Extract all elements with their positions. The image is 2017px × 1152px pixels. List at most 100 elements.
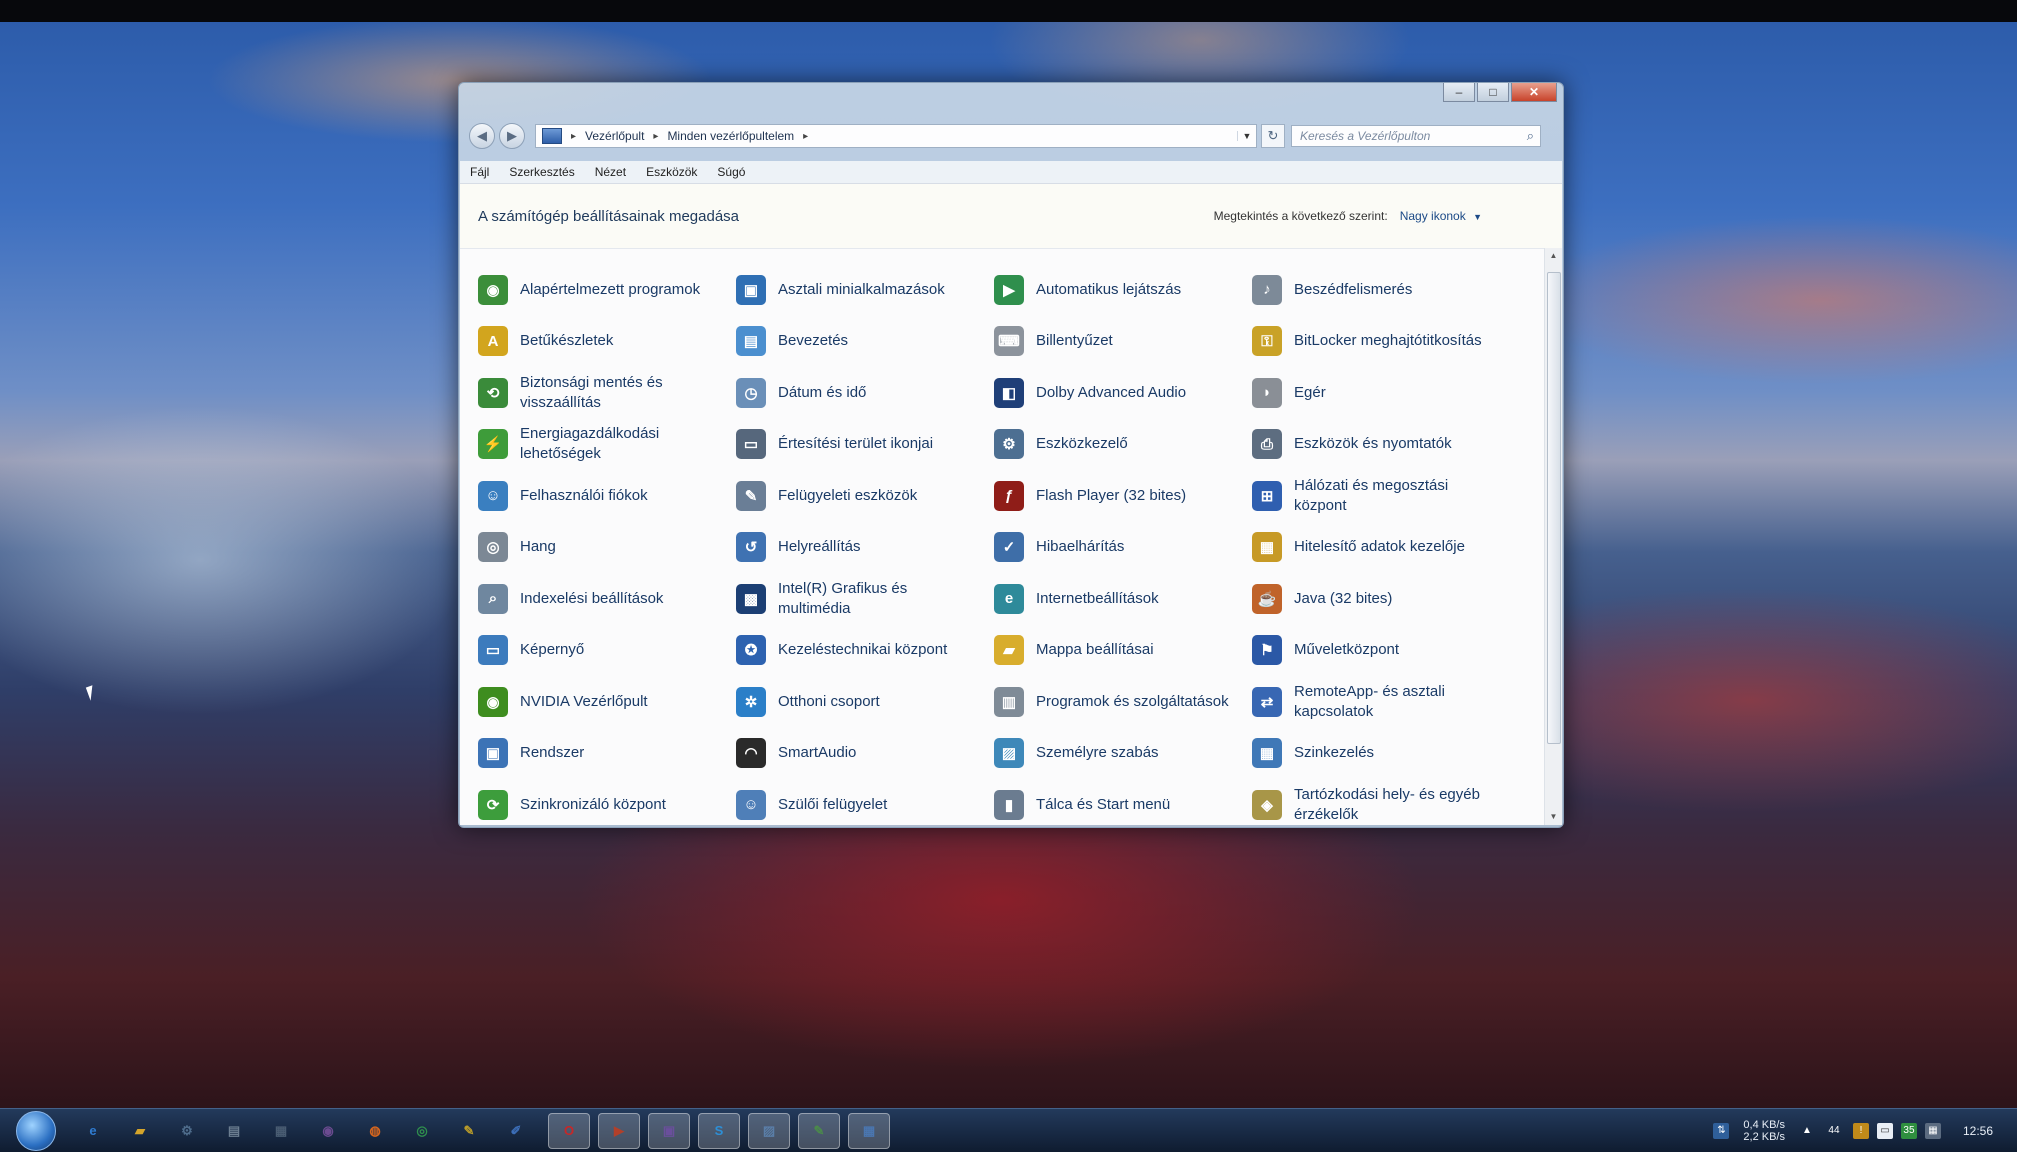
refresh-button[interactable]: ↻ [1261, 124, 1285, 148]
photos-icon[interactable]: ▨ [748, 1112, 790, 1149]
search-icon[interactable]: ⌕ [1527, 128, 1534, 144]
control-panel-item-label: RemoteApp- és asztali kapcsolatok [1294, 682, 1445, 720]
control-panel-item[interactable]: ▭ Képernyő [478, 625, 736, 677]
maximize-button[interactable]: □ [1477, 83, 1509, 102]
control-panel-item[interactable]: ♪ Beszédfelismerés [1252, 264, 1508, 316]
control-panel-item[interactable]: ☕ Java (32 bites) [1252, 573, 1508, 625]
control-panel-item[interactable]: ▨ Személyre szabás [994, 728, 1252, 780]
control-panel-item-label: Otthoni csoport [778, 692, 880, 710]
menu-tools[interactable]: Eszközök [636, 165, 707, 179]
close-button[interactable]: ✕ [1511, 83, 1557, 102]
control-panel-item[interactable]: ⇄ RemoteApp- és asztali kapcsolatok [1252, 676, 1508, 728]
control-panel-item[interactable]: ▦ Hitelesítő adatok kezelője [1252, 522, 1508, 574]
control-panel-item-label: Billentyűzet [1036, 332, 1113, 350]
disk-tool-icon[interactable]: ▣ [648, 1112, 690, 1149]
internet-explorer-icon[interactable]: e [78, 1116, 108, 1146]
start-button[interactable] [16, 1110, 56, 1151]
control-panel-item[interactable]: ◧ Dolby Advanced Audio [994, 367, 1252, 419]
firefox-icon[interactable]: ◍ [360, 1116, 390, 1146]
control-panel-item[interactable]: ✲ Otthoni csoport [736, 676, 994, 728]
control-panel-item-label: Mappa beállításai [1036, 641, 1154, 659]
control-panel-item[interactable]: ◈ Tartózkodási hely- és egyéb érzékelők [1252, 779, 1508, 825]
tray-badge[interactable]: 35 [1900, 1122, 1917, 1139]
control-panel-item[interactable]: ☺ Felhasználói fiókok [478, 470, 736, 522]
back-button[interactable]: ◀ [469, 123, 495, 149]
minimize-button[interactable]: – [1443, 83, 1475, 102]
control-panel-items-grid: ◉ Alapértelmezett programok ▣ Asztali minia… [478, 264, 1508, 825]
control-panel-item[interactable]: ✎ Felügyeleti eszközök [736, 470, 994, 522]
control-panel-item[interactable]: ⚿ BitLocker meghajtótitkosítás [1252, 316, 1508, 368]
control-panel-item[interactable]: ◗ Egér [1252, 367, 1508, 419]
network-tool-icon[interactable]: ⚙ [172, 1116, 202, 1146]
recovery-icon: ↺ [736, 532, 766, 563]
view-by-dropdown[interactable]: Nagy ikonok ▼ [1400, 209, 1482, 223]
menu-help[interactable]: Súgó [707, 165, 755, 179]
opera-icon[interactable]: O [548, 1112, 590, 1149]
control-panel-item[interactable]: ⊞ Hálózati és megosztási központ [1252, 470, 1508, 522]
control-panel-item[interactable]: ▣ Rendszer [478, 728, 736, 780]
control-panel-item[interactable]: ▶ Automatikus lejátszás [994, 264, 1252, 316]
control-panel-item[interactable]: ◉ NVIDIA Vezérlőpult [478, 676, 736, 728]
control-panel-item[interactable]: ▰ Mappa beállításai [994, 625, 1252, 677]
address-dropdown-icon[interactable]: ▼ [1237, 131, 1256, 141]
media-center-icon[interactable]: ◉ [313, 1116, 343, 1146]
control-panel-item[interactable]: ✪ Kezeléstechnikai központ [736, 625, 994, 677]
control-panel-item[interactable]: ◎ Hang [478, 522, 736, 574]
search-input[interactable]: Keresés a Vezérlőpulton ⌕ [1291, 125, 1541, 147]
control-panel-item[interactable]: ⎙ Eszközök és nyomtatók [1252, 419, 1508, 471]
calendar-icon[interactable]: ▦ [266, 1116, 296, 1146]
window-icon[interactable]: ▭ [1876, 1122, 1893, 1139]
control-panel-item-label: Szinkronizáló központ [520, 795, 666, 813]
skype-icon[interactable]: S [698, 1112, 740, 1149]
scroll-down-icon[interactable]: ▼ [1545, 809, 1562, 825]
menu-file[interactable]: Fájl [460, 165, 499, 179]
clock[interactable]: 12:56 [1963, 1124, 1993, 1138]
control-panel-item[interactable]: ◷ Dátum és idő [736, 367, 994, 419]
paint-icon[interactable]: ✐ [501, 1116, 531, 1146]
view-by-value: Nagy ikonok [1399, 209, 1466, 223]
control-panel-item[interactable]: ⌨ Billentyűzet [994, 316, 1252, 368]
editor-icon[interactable]: ✎ [798, 1112, 840, 1149]
control-panel-item[interactable]: ⚙ Eszközkezelő [994, 419, 1252, 471]
menu-view[interactable]: Nézet [585, 165, 636, 179]
address-bar[interactable]: ▸ Vezérlőpult ▸ Minden vezérlőpultelem ▸… [535, 124, 1257, 148]
scroll-up-icon[interactable]: ▲ [1545, 248, 1562, 264]
control-panel-item[interactable]: ◠ SmartAudio [736, 728, 994, 780]
show-hidden-icons-icon[interactable]: ▲ [1799, 1123, 1815, 1139]
control-panel-item[interactable]: ↺ Helyreállítás [736, 522, 994, 574]
scrollbar-thumb[interactable] [1547, 272, 1561, 744]
control-panel-item[interactable]: ▭ Értesítési terület ikonjai [736, 419, 994, 471]
notepad-icon[interactable]: ▤ [219, 1116, 249, 1146]
control-panel-item[interactable]: ⚑ Műveletközpont [1252, 625, 1508, 677]
vertical-scrollbar[interactable]: ▲ ▼ [1544, 248, 1562, 825]
control-panel-item[interactable]: ▣ Asztali minialkalmazások [736, 264, 994, 316]
control-panel-item[interactable]: ▤ Bevezetés [736, 316, 994, 368]
control-panel-item[interactable]: ƒ Flash Player (32 bites) [994, 470, 1252, 522]
control-panel-item[interactable]: ▥ Programok és szolgáltatások [994, 676, 1252, 728]
control-panel-item[interactable]: ▦ Szinkezelés [1252, 728, 1508, 780]
control-panel-item[interactable]: ✓ Hibaelhárítás [994, 522, 1252, 574]
tool-icon[interactable]: ✎ [454, 1116, 484, 1146]
breadcrumb-all-items[interactable]: Minden vezérlőpultelem [667, 129, 794, 143]
network-activity-icon[interactable]: ⇅ [1713, 1122, 1730, 1139]
chrome-icon[interactable]: ◎ [407, 1116, 437, 1146]
control-panel-item-label: Eszközök és nyomtatók [1294, 435, 1452, 453]
explorer-folder-icon[interactable]: ▰ [125, 1116, 155, 1146]
forward-button[interactable]: ▶ [499, 123, 525, 149]
control-panel-item[interactable]: ☺ Szülői felügyelet [736, 779, 994, 825]
control-panel-item[interactable]: ⟲ Biztonsági mentés és visszaállítás [478, 367, 736, 419]
control-panel-item[interactable]: ⌕ Indexelési beállítások [478, 573, 736, 625]
control-panel-item[interactable]: A Betűkészletek [478, 316, 736, 368]
control-panel-item[interactable]: ◉ Alapértelmezett programok [478, 264, 736, 316]
control-panel-icon[interactable]: ▦ [848, 1112, 890, 1149]
control-panel-item[interactable]: ▩ Intel(R) Grafikus és multimédia [736, 573, 994, 625]
media-player-icon[interactable]: ▶ [598, 1112, 640, 1149]
warning-icon[interactable]: ! [1852, 1122, 1869, 1139]
tray-app-icon[interactable]: ▦ [1924, 1122, 1941, 1139]
menu-edit[interactable]: Szerkesztés [499, 165, 584, 179]
control-panel-item[interactable]: ⚡ Energiagazdálkodási lehetőségek [478, 419, 736, 471]
control-panel-item[interactable]: ⟳ Szinkronizáló központ [478, 779, 736, 825]
control-panel-item[interactable]: e Internetbeállítások [994, 573, 1252, 625]
control-panel-item[interactable]: ▮ Tálca és Start menü [994, 779, 1252, 825]
breadcrumb-control-panel[interactable]: Vezérlőpult [585, 129, 644, 143]
